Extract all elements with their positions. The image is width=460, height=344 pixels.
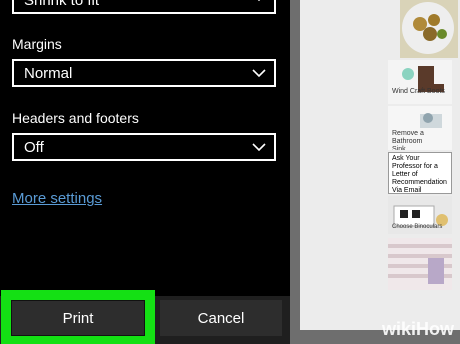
thumbnail-letter: Ask Your Professor for a Letter of Recom… [388,152,452,194]
thumbnail-boots: Wind Craft Boots [388,60,452,104]
margins-dropdown[interactable]: Normal [12,59,276,87]
headers-footers-dropdown[interactable]: Off [12,133,276,161]
food-photo-thumbnail [400,0,458,58]
margins-value: Normal [24,64,73,82]
thumbnail-caption: Wind Craft Boots [392,88,445,95]
striped-photo-thumbnail [388,238,452,290]
scale-value: Shrink to fit [24,0,100,9]
thumbnail-sink: Remove a Bathroom Sink [388,106,452,150]
scale-dropdown[interactable]: Shrink to fit [12,0,276,14]
headers-footers-value: Off [24,138,44,156]
chevron-down-icon [252,69,266,78]
thumbnail-caption: Remove a Bathroom Sink [392,130,424,150]
thumbnail-binoculars: Choose Binoculars [388,196,452,234]
more-settings-link[interactable]: More settings [12,190,102,207]
boots-illustration-icon [402,66,444,92]
print-button[interactable]: Print [11,300,145,336]
thumbnail-caption: Choose Binoculars [392,224,443,230]
margins-label: Margins [12,36,62,52]
headers-footers-label: Headers and footers [12,110,139,126]
preview-left-column [306,0,386,330]
thumbnail-caption: Ask Your Professor for a Letter of Recom… [392,155,447,194]
wikihow-watermark: wikiHow [381,319,454,339]
chevron-down-icon [252,143,266,152]
chevron-down-icon [257,0,261,2]
cancel-button[interactable]: Cancel [160,300,282,336]
